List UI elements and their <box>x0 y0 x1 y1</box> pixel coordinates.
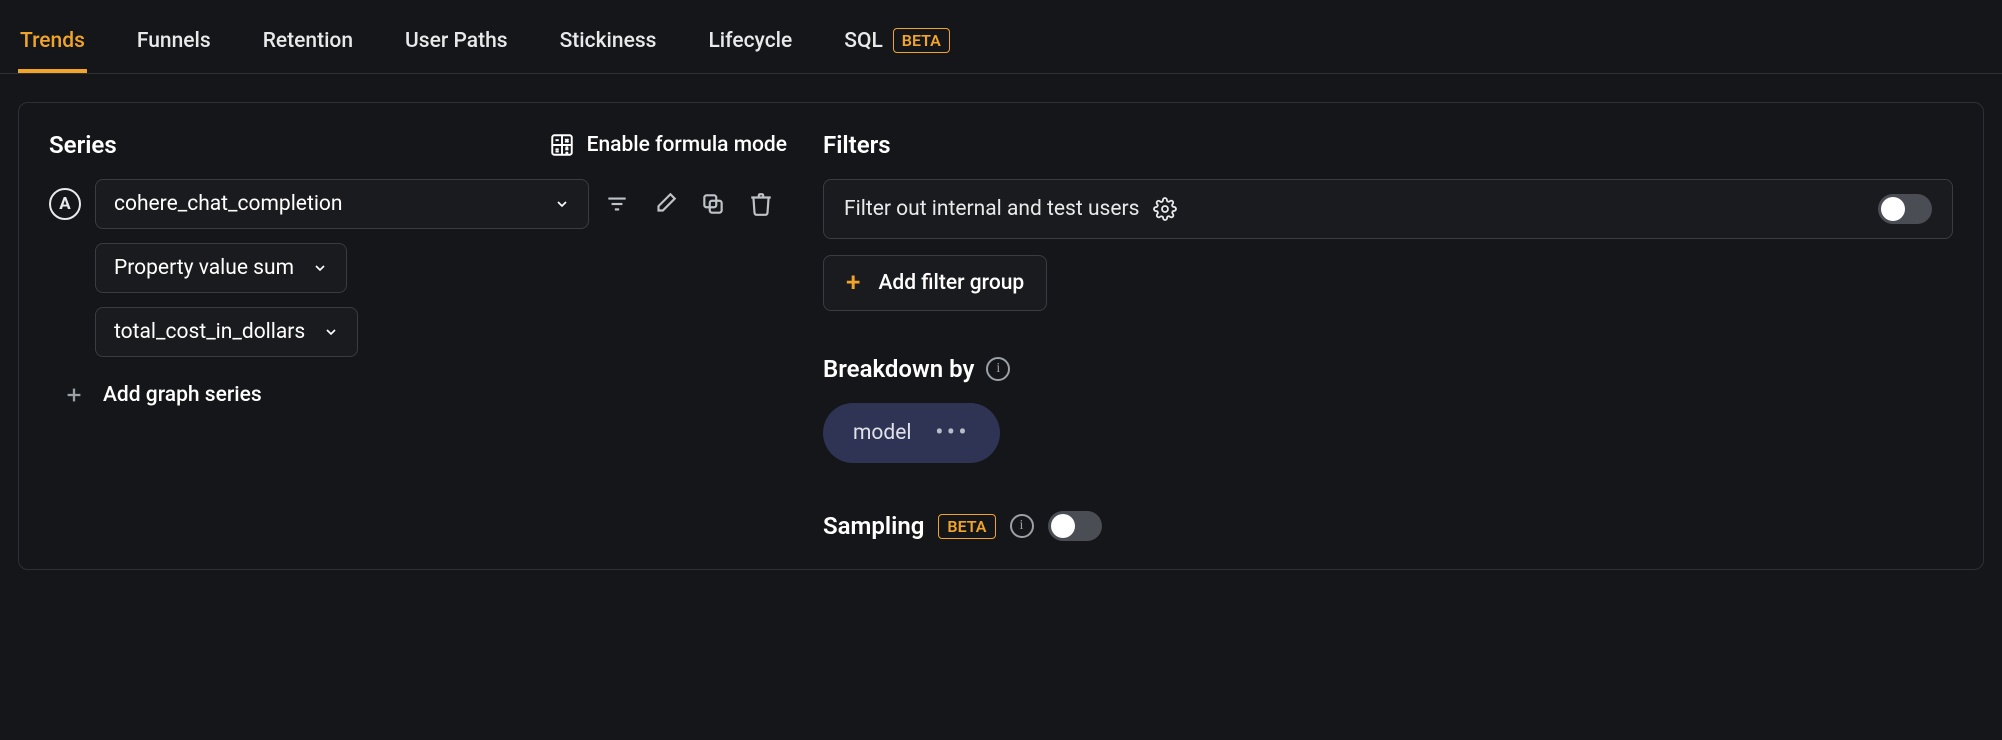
filters-title: Filters <box>823 131 891 159</box>
enable-formula-button[interactable]: Enable formula mode <box>549 132 787 158</box>
add-series-button[interactable]: Add graph series <box>63 383 787 407</box>
tab-user-paths[interactable]: User Paths <box>403 21 510 73</box>
plus-icon <box>63 384 85 406</box>
add-series-label: Add graph series <box>103 383 262 407</box>
property-select[interactable]: total_cost_in_dollars <box>95 307 358 357</box>
copy-icon[interactable] <box>699 190 727 218</box>
toggle-knob <box>1881 197 1905 221</box>
gear-icon[interactable] <box>1153 197 1177 221</box>
tab-label: SQL <box>844 29 883 53</box>
series-event-value: cohere_chat_completion <box>114 192 343 216</box>
chevron-down-icon <box>323 324 339 340</box>
internal-filter-toggle[interactable] <box>1878 194 1932 224</box>
query-panel: Series <box>18 102 1984 570</box>
tab-label: Funnels <box>137 29 211 53</box>
breakdown-pill[interactable]: model ••• <box>823 403 1000 463</box>
breakdown-title: Breakdown by <box>823 355 974 383</box>
internal-filter-row: Filter out internal and test users <box>823 179 1953 239</box>
sampling-toggle[interactable] <box>1048 511 1102 541</box>
more-icon[interactable]: ••• <box>935 421 970 445</box>
tab-sql[interactable]: SQL BETA <box>842 20 952 73</box>
internal-filter-label: Filter out internal and test users <box>844 197 1139 221</box>
property-value: total_cost_in_dollars <box>114 320 305 344</box>
chevron-down-icon <box>312 260 328 276</box>
aggregation-value: Property value sum <box>114 256 294 280</box>
tab-label: Lifecycle <box>708 29 792 53</box>
tab-label: Retention <box>263 29 353 53</box>
info-icon[interactable]: i <box>1010 514 1034 538</box>
tab-lifecycle[interactable]: Lifecycle <box>706 21 794 73</box>
tab-label: Stickiness <box>560 29 657 53</box>
info-icon[interactable]: i <box>986 357 1010 381</box>
edit-icon[interactable] <box>651 190 679 218</box>
tabs-bar: Trends Funnels Retention User Paths Stic… <box>0 0 2002 74</box>
add-filter-label: Add filter group <box>878 271 1024 295</box>
tab-retention[interactable]: Retention <box>261 21 355 73</box>
formula-label: Enable formula mode <box>587 133 787 157</box>
beta-badge: BETA <box>938 514 995 539</box>
beta-badge: BETA <box>893 28 950 53</box>
tab-label: Trends <box>20 29 85 53</box>
plus-icon: + <box>846 270 860 296</box>
tab-stickiness[interactable]: Stickiness <box>558 21 659 73</box>
formula-icon <box>549 132 575 158</box>
tab-label: User Paths <box>405 29 508 53</box>
series-row: A cohere_chat_completion <box>49 179 787 229</box>
sampling-title: Sampling <box>823 512 924 540</box>
filter-icon[interactable] <box>603 190 631 218</box>
filters-column: Filters Filter out internal and test use… <box>823 131 1953 541</box>
add-filter-group-button[interactable]: + Add filter group <box>823 255 1047 311</box>
chevron-down-icon <box>554 196 570 212</box>
aggregation-select[interactable]: Property value sum <box>95 243 347 293</box>
breakdown-value: model <box>853 421 911 445</box>
toggle-knob <box>1051 514 1075 538</box>
series-column: Series <box>49 131 787 541</box>
series-title: Series <box>49 131 117 159</box>
tab-funnels[interactable]: Funnels <box>135 21 213 73</box>
tab-trends[interactable]: Trends <box>18 21 87 73</box>
trash-icon[interactable] <box>747 190 775 218</box>
series-event-select[interactable]: cohere_chat_completion <box>95 179 589 229</box>
series-letter-badge: A <box>49 188 81 220</box>
